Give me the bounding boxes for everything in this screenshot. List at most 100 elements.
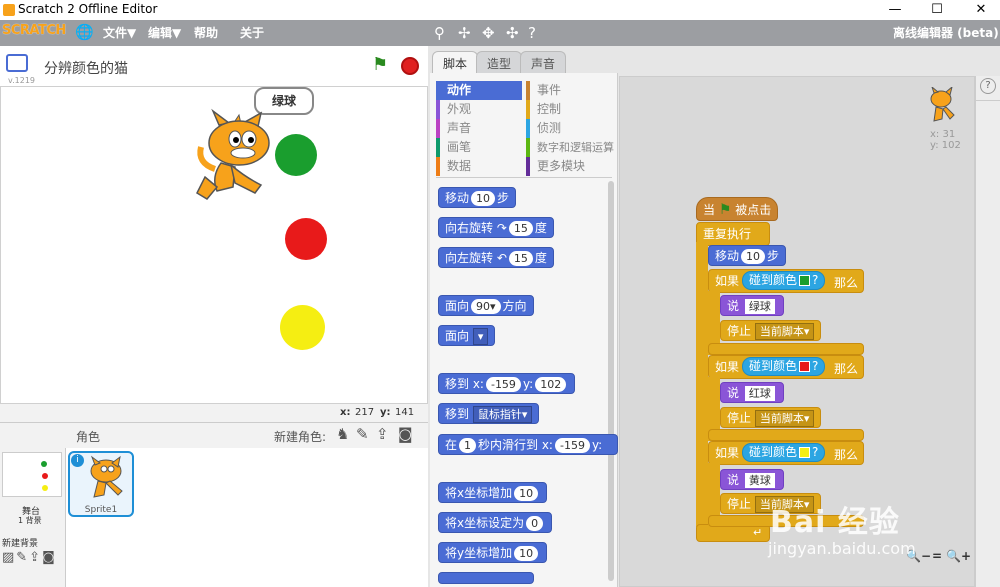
category-pen[interactable]: 画笔 [436,138,522,157]
green-flag-icon: ⚑ [718,202,732,218]
tab-scripts[interactable]: 脚本 [432,51,479,73]
grow-icon[interactable]: ✥ [482,24,495,42]
block-goto-xy[interactable]: 移到 x: -159 y: 102 [438,373,576,394]
yellow-ball [280,305,325,350]
y-value: 141 [395,407,415,418]
sprite-x: x: 31 [930,129,956,140]
touching-color-green[interactable]: 碰到颜色? [742,271,826,290]
category-column-left: 动作 外观 声音 画笔 数据 [436,81,522,176]
block-turn-left[interactable]: 向左旋转 ↶ 15 度 [438,247,554,268]
backdrop-tools-icon[interactable]: ▨✎⇪◙ [2,550,57,565]
stop-icon[interactable] [401,57,419,75]
help-icon[interactable]: ? [980,78,996,94]
category-motion[interactable]: 动作 [436,81,522,100]
stop-block-2[interactable]: 停止 当前脚本▾ [720,407,822,428]
block-point-towards[interactable]: 面向 ▾ [438,325,496,346]
sprite-info-cat-icon [930,87,955,122]
camera-icon[interactable]: ◙ [398,425,413,443]
block-change-y[interactable]: 将y坐标增加 10 [438,542,548,563]
menu-help[interactable]: 帮助 [194,24,218,41]
sprite-list: i Sprite1 [66,448,428,587]
sprites-label: 角色 [76,430,101,444]
menu-bar: SCRATCH 🌐 文件▼ 编辑▼ 帮助 关于 ⚲ ✢ ✥ ✣ ? 离线编辑器 … [0,20,1000,46]
green-ball [275,134,317,176]
close-button[interactable]: ✕ [966,0,996,20]
category-sensing[interactable]: 侦测 [526,119,616,138]
when-flag-clicked-block[interactable]: 当 ⚑ 被点击 [696,197,779,221]
scratch-logo[interactable]: SCRATCH [2,23,66,38]
globe-icon[interactable]: 🌐 [75,23,94,41]
tab-sounds[interactable]: 声音 [520,51,567,73]
stamp-icon[interactable]: ⚲ [434,24,445,42]
cat-sprite[interactable] [191,107,281,207]
block-glide[interactable]: 在 1 秒内滑行到 x: -159 y: [438,434,618,455]
sprite-tile[interactable]: i Sprite1 [68,451,134,517]
scripts-scrollbar[interactable]: ? [975,76,1000,587]
turn-right-icon: ↷ [496,221,507,235]
sprite-y: y: 102 [930,140,961,151]
mouse-coords: x: 217 y: 141 [0,404,428,422]
turn-left-icon: ↶ [496,251,507,265]
app-icon [3,4,15,16]
stage-header: v.1219 分辨颜色的猫 ⚑ [0,46,428,86]
menu-about[interactable]: 关于 [240,24,264,41]
forever-arm [696,242,708,527]
if-end-1 [708,343,864,355]
stop-block-1[interactable]: 停止 当前脚本▾ [720,320,822,341]
stage-panel: 舞台 1 背景 新建背景 ▨✎⇪◙ [0,448,66,587]
say-block-red[interactable]: 说 红球 [720,382,784,403]
menu-edit[interactable]: 编辑▼ [148,24,181,41]
block-palette: 动作 外观 声音 画笔 数据 事件 控制 侦测 数字和逻辑运算 更多模块 移动 1… [430,73,618,587]
help-icon[interactable]: ? [528,24,536,42]
category-operators[interactable]: 数字和逻辑运算 [526,138,616,157]
color-swatch-red [799,361,811,372]
category-events[interactable]: 事件 [526,81,616,100]
category-control[interactable]: 控制 [526,100,616,119]
block-move-steps[interactable]: 移动 10 步 [438,187,517,208]
fullscreen-icon[interactable] [6,54,28,72]
cut-icon[interactable]: ✢ [458,24,471,42]
sprite-pane-header: 角色 新建角色: ♞ ✎ ⇪ ◙ [0,422,428,448]
category-more-blocks[interactable]: 更多模块 [526,157,616,176]
palette-scrollbar[interactable] [608,181,614,581]
category-column-right: 事件 控制 侦测 数字和逻辑运算 更多模块 [526,81,616,176]
paint-brush-icon[interactable]: ✎ [356,425,369,443]
block-partial[interactable] [438,572,534,584]
backdrop-count: 1 背景 [18,516,42,525]
sprite-library-icon[interactable]: ♞ [336,425,349,443]
menu-file[interactable]: 文件▼ [103,24,136,41]
zoom-reset-button[interactable]: = [932,549,942,563]
block-set-x[interactable]: 将x坐标设定为 0 [438,512,553,533]
maximize-button[interactable]: ☐ [922,0,952,20]
upload-icon[interactable]: ⇪ [376,425,389,443]
touching-color-yellow[interactable]: 碰到颜色? [742,443,826,462]
say-block-green[interactable]: 说 绿球 [720,295,784,316]
new-backdrop-label: 新建背景 [2,539,39,549]
zoom-in-button[interactable]: 🔍+ [946,549,971,563]
if-end-2 [708,429,864,441]
block-goto[interactable]: 移到 鼠标指针▾ [438,403,540,424]
watermark-url: jingyan.baidu.com [768,539,916,558]
new-sprite-label: 新建角色: [274,430,327,444]
project-title[interactable]: 分辨颜色的猫 [44,58,128,78]
y-label: y: [380,407,391,418]
sprite-cat-icon [90,455,123,498]
category-looks[interactable]: 外观 [436,100,522,119]
category-data[interactable]: 数据 [436,157,522,176]
block-turn-right[interactable]: 向右旋转 ↷ 15 度 [438,217,554,238]
stage[interactable]: 绿球 [0,86,428,404]
minimize-button[interactable]: — [880,0,910,20]
scripts-area[interactable]: x: 31 y: 102 当 ⚑ 被点击 重复执行 ↵ 移动 10 步 如果 碰到颜… [619,76,975,587]
block-change-x[interactable]: 将x坐标增加 10 [438,482,548,503]
block-point-direction[interactable]: 面向 90▾ 方向 [438,295,534,316]
watermark-logo: Bai 经验 [770,505,900,540]
window-title-bar: Scratch 2 Offline Editor — ☐ ✕ [0,0,1000,20]
tab-costumes[interactable]: 造型 [476,51,523,73]
category-sound[interactable]: 声音 [436,119,522,138]
script-move-block[interactable]: 移动 10 步 [708,245,787,266]
green-flag-icon[interactable]: ⚑ [372,54,388,75]
touching-color-red[interactable]: 碰到颜色? [742,357,826,376]
say-block-yellow[interactable]: 说 黄球 [720,469,784,490]
shrink-icon[interactable]: ✣ [506,24,519,42]
stage-thumbnail[interactable] [2,452,62,497]
